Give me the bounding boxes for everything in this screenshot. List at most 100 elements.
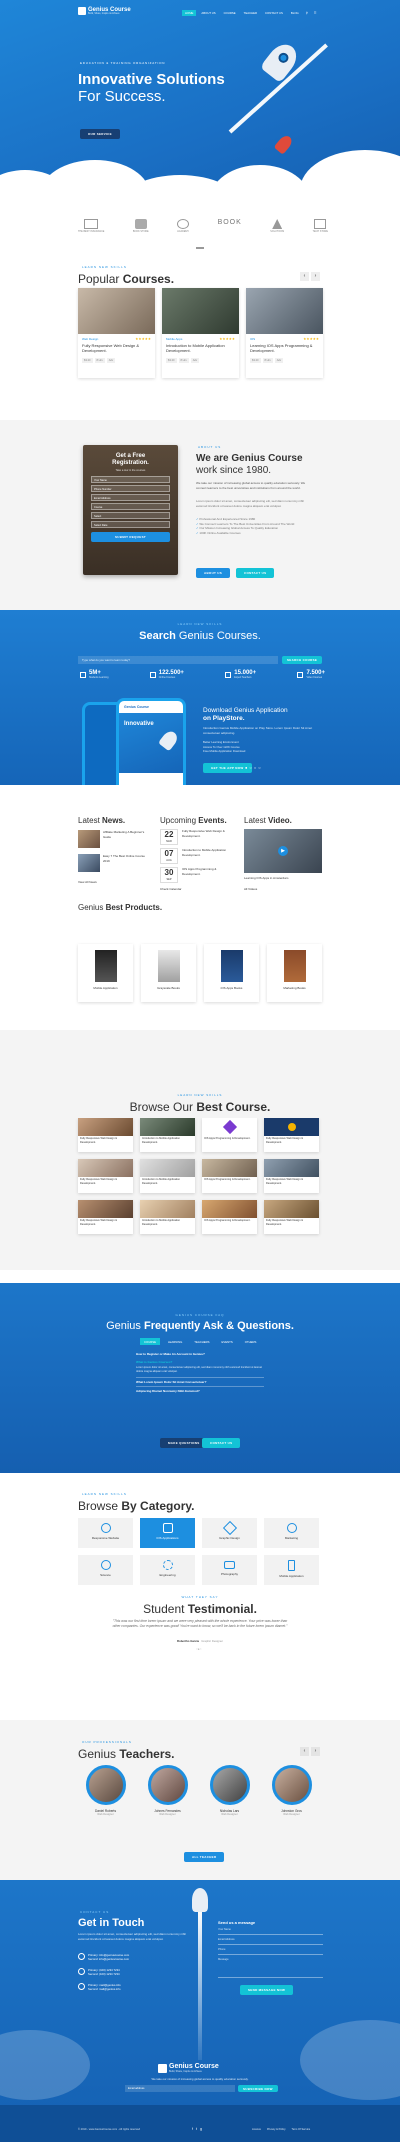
carousel-next-button[interactable]: ›	[311, 272, 320, 281]
teachers-prev-button[interactable]: ‹	[300, 1747, 309, 1756]
teacher-card[interactable]: Nicholas Lars Web Designer	[202, 1765, 257, 1830]
contact-us-button[interactable]: CONTACT US	[236, 568, 275, 578]
footer-logo[interactable]: Genius Course Build, Share, Inspire & Ach…	[158, 2063, 219, 2073]
course-card[interactable]: IOS Apps Programming & Development.	[202, 1159, 257, 1193]
course-card[interactable]: Introduction to Mobile Application Devel…	[140, 1118, 195, 1152]
course-card[interactable]: Introduction to Mobile Application Devel…	[140, 1159, 195, 1193]
testimonial-dots[interactable]: ○●○	[196, 1647, 201, 1651]
news-item[interactable]: Affiliate Marketing A Beginner's Guide	[78, 830, 148, 848]
teacher-card[interactable]: Johnston Gros Web Designer	[264, 1765, 319, 1830]
course-card[interactable]: Fully Responsive Web Design & Developmen…	[264, 1159, 319, 1193]
course-card[interactable]: Mobile Apps ★★★★★ Introduction to Mobile…	[162, 288, 239, 378]
video-thumbnail[interactable]: ▶	[244, 829, 322, 873]
make-questions-button[interactable]: MAKE QUESTIONS	[160, 1438, 208, 1448]
app-carousel-dots[interactable]: ●○○○	[245, 765, 263, 770]
google-icon[interactable]: g	[200, 2127, 202, 2131]
newsletter-email-input[interactable]: Email address	[125, 2085, 235, 2092]
event-item[interactable]: 22 MAR Fully Responsive Web Design & Deve…	[160, 829, 227, 845]
category-marketing[interactable]: Marketing	[264, 1518, 319, 1548]
course-card[interactable]: IOS Apps Programming & Development.	[202, 1200, 257, 1234]
faq-question[interactable]: Adipiscing Diamet Nonnumy Nibh Euismod?	[136, 1385, 264, 1395]
course-card[interactable]: Fully Responsive Web Design & Developmen…	[78, 1118, 133, 1152]
menu-icon[interactable]: ☰	[312, 10, 319, 16]
course-card[interactable]: Fully Responsive Web Design & Developmen…	[264, 1118, 319, 1152]
phone-field[interactable]: Phone Number	[91, 485, 170, 492]
about-us-button[interactable]: ABOUT US	[196, 568, 231, 578]
privacy-link[interactable]: Privacy & Policy	[267, 2128, 286, 2131]
event-item[interactable]: 07 AUG Introduction to Mobile Application…	[160, 848, 227, 864]
tab-learning[interactable]: LEARNING	[164, 1338, 186, 1345]
contact-name-field[interactable]: Your Name	[218, 1928, 323, 1935]
course-card[interactable]: Fully Responsive Web Design & Developmen…	[78, 1159, 133, 1193]
faq-contact-button[interactable]: CONTACT US	[202, 1438, 241, 1448]
news-item[interactable]: Easy 7 The Best Online Course 2019	[78, 854, 148, 872]
course-card[interactable]: Introduction to Mobile Application Devel…	[140, 1200, 195, 1234]
course-card[interactable]: IOS Apps Programming & Development.	[202, 1118, 257, 1152]
product-card[interactable]: iOS Apps Books	[204, 944, 259, 1002]
course-card[interactable]: Web Design ★★★★★ Fully Responsive Web De…	[78, 288, 155, 378]
course-title[interactable]: Fully Responsive Web Design & Developmen…	[78, 341, 155, 355]
subscribe-button[interactable]: SUBSCRIBE NOW	[238, 2085, 278, 2092]
search-icon[interactable]: ⚲	[304, 10, 310, 16]
course-select[interactable]: Course	[91, 503, 170, 510]
search-input[interactable]: Type what do you want to learn today?	[78, 656, 278, 664]
option-select[interactable]: Select	[91, 512, 170, 519]
category-ios[interactable]: IOS Applications	[140, 1518, 195, 1548]
all-videos-link[interactable]: All Videos	[244, 887, 257, 891]
nav-home[interactable]: HOME	[182, 10, 197, 16]
testimonial-author: Robertho Garcia Graphic Designer	[176, 1639, 224, 1643]
category-responsive[interactable]: Responsive Website	[78, 1518, 133, 1548]
name-field[interactable]: Your Name	[91, 476, 170, 483]
teacher-card[interactable]: Daniel Roberts Web Designer	[78, 1765, 133, 1830]
hero-service-button[interactable]: OUR SERVICE	[80, 129, 120, 139]
nav-teacher[interactable]: TEACHER	[241, 10, 260, 16]
tab-events[interactable]: EVENTS	[218, 1338, 237, 1345]
logo[interactable]: Genius Course Build, Share, Inspire & Ac…	[78, 7, 131, 15]
all-teacher-button[interactable]: ALL TEACHER	[184, 1852, 225, 1862]
product-card[interactable]: Mobile Application	[78, 944, 133, 1002]
course-card[interactable]: Fully Responsive Web Design & Developmen…	[264, 1200, 319, 1234]
nav-about[interactable]: ABOUT US	[198, 10, 218, 16]
faq-question[interactable]: How to Register or Make An Account in Ge…	[136, 1350, 264, 1358]
product-card[interactable]: Marketing Books	[267, 944, 322, 1002]
send-message-button[interactable]: SEND MESSAGE NOW	[240, 1985, 294, 1995]
facebook-icon[interactable]: f	[192, 2127, 193, 2131]
contact-message-field[interactable]: Message	[218, 1958, 323, 1978]
email-field[interactable]: Email Address	[91, 494, 170, 501]
course-title[interactable]: Introduction to Mobile Application Devel…	[162, 341, 239, 355]
play-icon[interactable]: ▶	[278, 846, 288, 856]
teachers-next-button[interactable]: ›	[311, 1747, 320, 1756]
tab-course[interactable]: COURSE	[140, 1338, 160, 1345]
search-course-button[interactable]: SEARCH COURSE	[282, 656, 323, 664]
submit-request-button[interactable]: SUBMIT REQUEST	[91, 532, 170, 542]
nav-blog[interactable]: BLOG	[288, 10, 302, 16]
category-graphic[interactable]: Graphic Design	[202, 1518, 257, 1548]
calendar-link[interactable]: Check Calendar	[160, 887, 182, 891]
faq-question[interactable]: What Lorem Ipsum Dolor Sit Amet Consecte…	[136, 1376, 264, 1386]
course-card[interactable]: Fully Responsive Web Design & Developmen…	[78, 1200, 133, 1234]
terms-link[interactable]: Term Of Service	[292, 2128, 311, 2131]
contact-phone-field[interactable]: Phone	[218, 1948, 323, 1955]
tab-teachers[interactable]: TEACHERS	[190, 1338, 213, 1345]
category-photography[interactable]: Photography	[202, 1555, 257, 1585]
product-image	[283, 950, 306, 982]
tab-others[interactable]: OTHERS	[241, 1338, 261, 1345]
faq-question-active[interactable]: What is Genius Courses?	[136, 1358, 264, 1366]
course-title[interactable]: Learning IOS Apps Programming & Developm…	[246, 341, 323, 355]
nav-course[interactable]: COURSE	[221, 10, 239, 16]
contact-email-field[interactable]: Email Address	[218, 1938, 323, 1945]
date-field[interactable]: Select Date	[91, 521, 170, 528]
category-mobile[interactable]: Mobile Application	[264, 1555, 319, 1585]
nav-contact[interactable]: CONTACT US	[262, 10, 286, 16]
teacher-card[interactable]: Johnes Fernandes Web Designer	[140, 1765, 195, 1830]
licence-link[interactable]: Licence	[252, 2128, 261, 2131]
carousel-prev-button[interactable]: ‹	[300, 272, 309, 281]
category-engineering[interactable]: Engineering	[140, 1555, 195, 1585]
product-card[interactable]: Grayscale Books	[141, 944, 196, 1002]
category-science[interactable]: Science	[78, 1555, 133, 1585]
twitter-icon[interactable]: t	[196, 2127, 197, 2131]
event-item[interactable]: 30 SEP IOS Apps Programming & Development…	[160, 867, 227, 883]
carousel-dots[interactable]	[196, 247, 204, 249]
course-card[interactable]: IOS ★★★★★ Learning IOS Apps Programming …	[246, 288, 323, 378]
all-news-link[interactable]: View All News	[78, 880, 97, 884]
